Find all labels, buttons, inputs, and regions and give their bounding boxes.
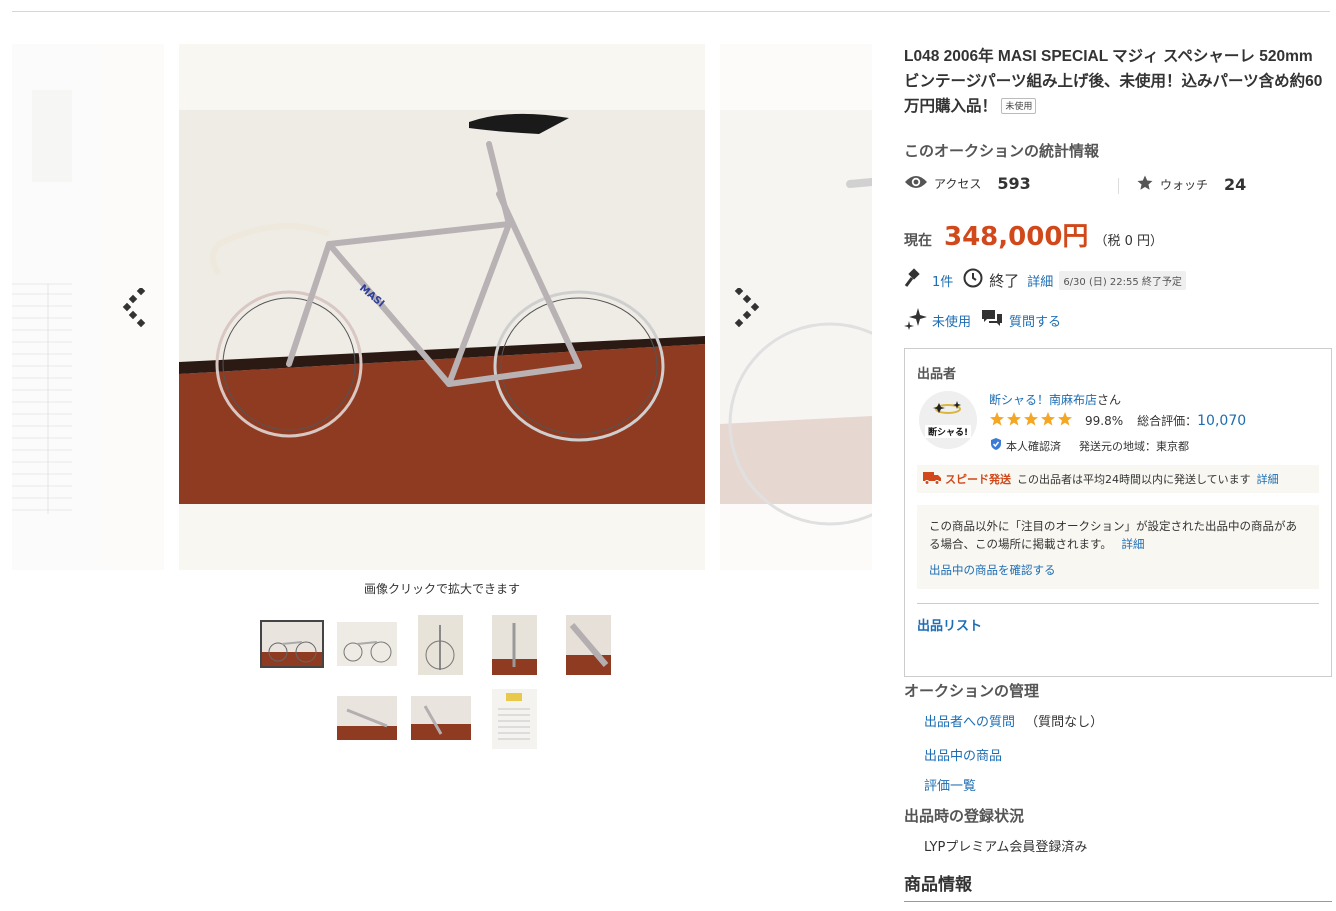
zoom-caption: 画像クリックで拡大できます [363,582,520,596]
speed-shipping-row: スピード発送 この出品者は平均24時間以内に発送しています 詳細 [917,465,1319,493]
avatar-text: 断シャる! [928,426,968,438]
reviews-link[interactable]: 評価一覧 [924,775,976,794]
seller-items-link[interactable]: 出品中の商品 [924,745,1002,764]
auction-stats: アクセス 593 ウォッチ 24 [904,174,1332,198]
end-label: 終了 [989,271,1020,290]
seller-name-suffix: さん [1097,393,1122,407]
total-rating-link[interactable]: 10,070 [1197,413,1246,429]
thumbnail-7[interactable] [411,696,471,740]
rating-percent: 99.8% [1085,413,1124,428]
seller-name-row: 断シャる！南麻布店さん [989,391,1121,408]
featured-auction-notice: この商品以外に「注目のオークション」が設定された出品中の商品がある場合、この場所… [917,505,1319,589]
hammer-icon [904,268,924,292]
image-carousel[interactable]: MASI [12,44,872,570]
product-info-heading: 商品情報 [904,870,1332,902]
seller-avatar[interactable]: 断シャる! [919,391,977,449]
thumbnail-3[interactable] [418,615,463,675]
condition-link[interactable]: 未使用 [932,311,971,330]
truck-icon [923,471,941,488]
speed-label: スピード発送 [945,473,1011,486]
thumbnail-6[interactable] [337,696,397,740]
seller-question-row: 出品者への質問 （質問なし） [924,711,1103,730]
verified-label: 本人確認済 [1006,439,1061,453]
speed-text: この出品者は平均24時間以内に発送しています [1017,473,1251,486]
access-label: アクセス [934,177,982,191]
total-rating-label: 総合評価： [1137,414,1198,428]
bid-count-link[interactable]: 1件 [932,271,953,290]
watch-label: ウォッチ [1160,178,1209,192]
current-price: 348,000円 [944,222,1089,252]
price-row: 現在 348,000円 （税 0 円） [904,216,1163,253]
seller-list-link[interactable]: 出品リスト [917,615,982,634]
tax-note: （税 0 円） [1094,234,1163,249]
star-icon [1136,174,1154,195]
item-title: L048 2006年 MASI SPECIAL マジィ スペシャーレ 520mm… [904,44,1332,119]
end-time: 6/30 (日) 22:55 終了予定 [1059,270,1186,290]
management-heading: オークションの管理 [904,682,1040,700]
access-stat: アクセス 593 [904,174,1031,193]
question-status: （質問なし） [1025,715,1104,730]
ship-from: 発送元の地域：東京都 [1079,439,1189,453]
chat-icon [981,308,1003,332]
seller-divider [917,603,1319,604]
watch-stat: ウォッチ 24 [1136,174,1246,195]
seller-box: 出品者 断シャる! 断シャる！南麻布店さん 99.8% 総合評価： 10,070… [904,348,1332,677]
thumbnail-1[interactable] [260,620,324,668]
shield-check-icon [989,437,1003,454]
eye-icon [904,174,928,193]
watch-count: 24 [1224,175,1247,194]
seller-heading: 出品者 [917,367,957,382]
stats-separator [1118,178,1119,194]
clock-icon [963,268,983,292]
next-image-arrow[interactable] [732,286,762,328]
end-detail-link[interactable]: 詳細 [1027,271,1053,290]
rating-row: 99.8% 総合評価： 10,070 [989,411,1246,430]
prev-image-arrow[interactable] [122,286,152,328]
seller-question-link[interactable]: 出品者への質問 [924,715,1015,730]
ask-question-link[interactable]: 質問する [1009,311,1061,330]
notice-text: この商品以外に「注目のオークション」が設定された出品中の商品がある場合、この場所… [929,519,1297,551]
registration-status: LYPプレミアム会員登録済み [924,840,1088,855]
rating-stars-icon [989,411,1079,430]
thumbnail-5[interactable] [566,615,611,675]
bid-info-row: 1件 終了 詳細 6/30 (日) 22:55 終了予定 [904,268,1186,292]
verified-row: 本人確認済 発送元の地域：東京都 [989,437,1189,454]
sparkle-icon [904,306,928,334]
seller-name-link[interactable]: 断シャる！南麻布店 [989,393,1097,407]
view-listings-link[interactable]: 出品中の商品を確認する [929,561,1307,579]
item-info-column: L048 2006年 MASI SPECIAL マジィ スペシャーレ 520mm… [904,44,1332,902]
speed-detail-link[interactable]: 詳細 [1257,471,1279,487]
thumbnail-2[interactable] [337,622,397,666]
item-title-text: L048 2006年 MASI SPECIAL マジィ スペシャーレ 520mm… [904,48,1323,115]
condition-badge: 未使用 [1001,98,1037,114]
stats-heading: このオークションの統計情報 [904,142,1100,160]
notice-detail-link[interactable]: 詳細 [1122,537,1145,551]
top-divider [12,11,1330,12]
thumbnail-4[interactable] [492,615,537,675]
registration-heading: 出品時の登録状況 [904,807,1025,825]
access-count: 593 [997,174,1031,193]
price-label: 現在 [904,233,932,249]
thumbnail-8[interactable] [492,689,537,749]
main-product-image[interactable]: MASI [179,44,705,570]
thumbnail-strip [250,612,640,752]
condition-row: 未使用 質問する [904,308,1061,332]
